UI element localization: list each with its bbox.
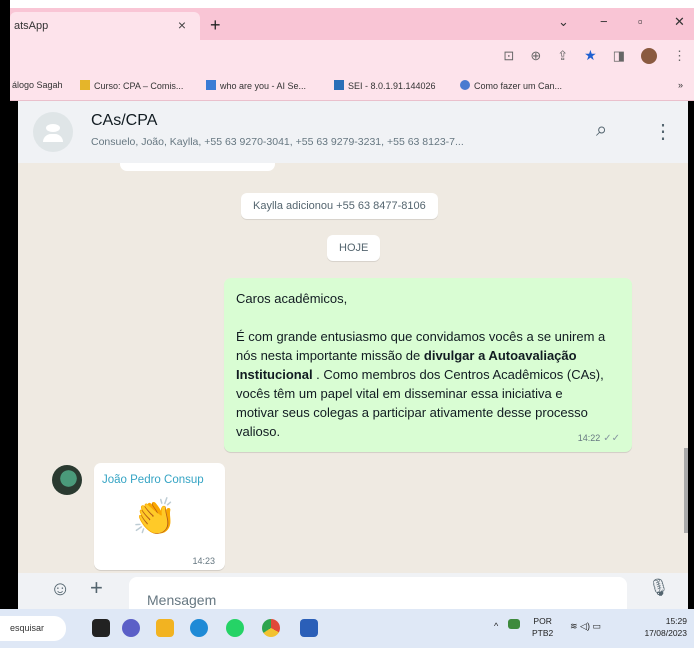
chat-header[interactable]: CAs/CPA Consuelo, João, Kaylla, +55 63 9… <box>18 101 688 163</box>
top-band <box>10 0 694 8</box>
bookmark-item[interactable]: who are you - AI Se... <box>206 80 306 91</box>
bookmark-label: álogo Sagah <box>12 80 63 90</box>
bookmark-favicon-icon <box>460 80 470 90</box>
taskbar-search-label: esquisar <box>10 623 45 633</box>
search-icon[interactable]: ⌕ <box>596 119 607 142</box>
language-indicator[interactable]: POR PTB2 <box>532 615 553 639</box>
address-bar[interactable]: ⊡ ⊕ ⇪ ★ ◨ ⋮ <box>10 40 694 70</box>
install-app-icon[interactable]: ⊡ <box>503 48 514 64</box>
cloud-icon[interactable] <box>508 619 520 629</box>
message-composer: ☺ + 🎙 <box>18 573 688 609</box>
tab-close-icon[interactable]: × <box>178 17 186 33</box>
browser-tab-whatsapp[interactable]: atsApp × <box>10 12 200 40</box>
sidebar-icon[interactable]: ◨ <box>613 48 625 64</box>
previous-message-bubble <box>120 163 275 171</box>
chat-menu-icon[interactable]: ⋮ <box>653 119 673 144</box>
message-timestamp: 14:23 <box>192 556 215 566</box>
chat-title: CAs/CPA <box>91 112 158 129</box>
microphone-icon[interactable]: 🎙 <box>648 578 670 598</box>
message-time: 14:22 ✓✓ <box>578 433 620 444</box>
windows-taskbar: esquisar ^ POR PTB2 ≋ ◁) ▭ 15:29 17/08/2… <box>0 609 694 648</box>
tab-strip: atsApp × + ⌄ − ▫ ✕ <box>10 8 694 40</box>
bookmarks-more-icon[interactable]: » <box>678 80 683 90</box>
word-icon[interactable] <box>300 619 318 637</box>
bookmark-item[interactable]: Curso: CPA – Comis... <box>80 80 183 91</box>
profile-avatar[interactable] <box>641 47 657 64</box>
bookmark-item[interactable]: SEI - 8.0.1.91.144026 <box>334 80 436 91</box>
bookmark-label: Como fazer um Can... <box>474 81 563 91</box>
minimize-button[interactable]: − <box>600 14 608 29</box>
chat-messages-area[interactable]: Kaylla adicionou +55 63 8477-8106 HOJE C… <box>18 163 688 573</box>
bookmark-item[interactable]: álogo Sagah <box>12 80 63 90</box>
chat-scrollbar[interactable] <box>684 448 688 533</box>
clock-time: 15:29 <box>665 616 687 626</box>
message-greeting: Caros acadêmicos, <box>236 291 348 306</box>
double-check-icon: ✓✓ <box>603 433 620 444</box>
sender-avatar[interactable] <box>52 465 82 495</box>
bookmark-label: Curso: CPA – Comis... <box>94 81 184 91</box>
bookmark-favicon-icon <box>206 80 216 90</box>
whatsapp-icon[interactable] <box>226 619 244 637</box>
bookmarks-bar: álogo Sagah Curso: CPA – Comis... who ar… <box>10 70 694 101</box>
bookmark-star-icon[interactable]: ★ <box>584 47 597 64</box>
task-view-icon[interactable] <box>92 619 110 637</box>
share-icon[interactable]: ⇪ <box>557 48 568 64</box>
incoming-message[interactable]: João Pedro Consup 👏 14:23 <box>94 463 225 570</box>
bookmark-favicon-icon <box>334 80 344 90</box>
language-code: POR <box>533 616 552 626</box>
screenshot-frame: atsApp × + ⌄ − ▫ ✕ ⊡ ⊕ ⇪ ★ ◨ ⋮ álogo Sag… <box>0 0 694 648</box>
tab-title: atsApp <box>14 20 49 32</box>
bookmark-label: SEI - 8.0.1.91.144026 <box>348 81 436 91</box>
bookmark-label: who are you - AI Se... <box>220 81 307 91</box>
date-divider: HOJE <box>327 235 381 261</box>
bookmark-item[interactable]: Como fazer um Can... <box>460 80 562 91</box>
message-input[interactable] <box>129 577 627 609</box>
clapping-hands-icon: 👏 <box>132 496 177 537</box>
restore-button[interactable]: ▫ <box>638 14 643 29</box>
sender-name[interactable]: João Pedro Consup <box>102 474 204 486</box>
attach-icon[interactable]: + <box>90 575 103 601</box>
taskbar-search[interactable]: esquisar <box>0 616 66 641</box>
message-body: É com grande entusiasmo que convidamos v… <box>236 327 606 441</box>
file-explorer-icon[interactable] <box>156 619 174 637</box>
tray-chevron-icon[interactable]: ^ <box>494 621 498 631</box>
teams-icon[interactable] <box>122 619 140 637</box>
message-text: Caros acadêmicos, É com grande entusiasm… <box>236 289 606 441</box>
chat-members: Consuelo, João, Kaylla, +55 63 9270-3041… <box>91 136 464 148</box>
keyboard-layout: PTB2 <box>532 628 554 638</box>
system-message: Kaylla adicionou +55 63 8477-8106 <box>241 193 438 219</box>
new-tab-button[interactable]: + <box>210 15 221 36</box>
emoji-icon[interactable]: ☺ <box>50 578 70 601</box>
zoom-icon[interactable]: ⊕ <box>530 48 541 64</box>
group-avatar[interactable] <box>33 112 73 152</box>
address-bar-icons: ⊡ ⊕ ⇪ ★ ◨ ⋮ <box>503 47 686 64</box>
taskbar-clock[interactable]: 15:29 17/08/2023 <box>632 615 687 639</box>
chrome-icon[interactable] <box>262 619 280 637</box>
bookmark-favicon-icon <box>80 80 90 90</box>
network-volume-battery-icons[interactable]: ≋ ◁) ▭ <box>570 621 601 632</box>
close-window-button[interactable]: ✕ <box>674 14 685 30</box>
tab-search-icon[interactable]: ⌄ <box>558 14 569 30</box>
edge-icon[interactable] <box>190 619 208 637</box>
outgoing-message[interactable]: Caros acadêmicos, É com grande entusiasm… <box>224 278 632 452</box>
browser-menu-icon[interactable]: ⋮ <box>673 48 686 64</box>
message-timestamp: 14:22 <box>577 433 601 443</box>
clock-date: 17/08/2023 <box>644 628 687 638</box>
